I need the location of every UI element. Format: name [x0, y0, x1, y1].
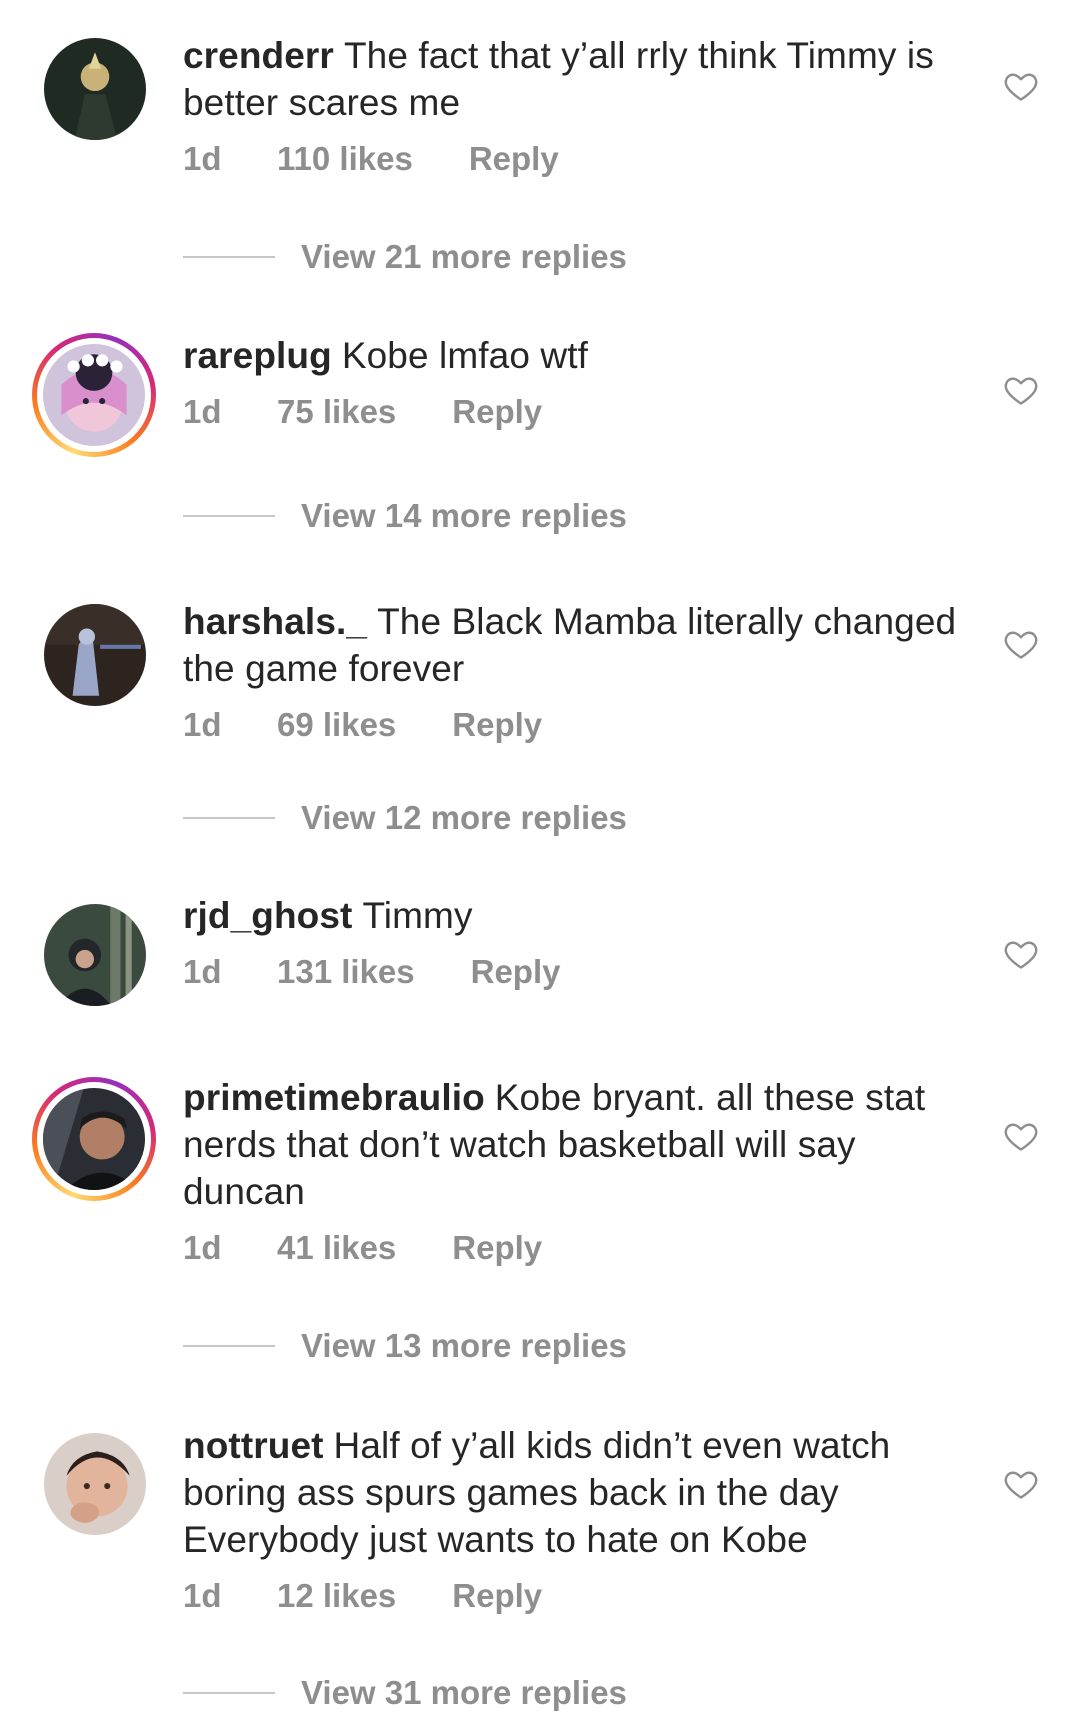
- heart-outline-icon[interactable]: [1003, 1466, 1039, 1502]
- reply-button[interactable]: Reply: [469, 140, 559, 178]
- comment-text: Kobe lmfao wtf: [341, 335, 588, 376]
- comment-text: Timmy: [362, 895, 473, 936]
- comment-likes[interactable]: 41 likes: [277, 1229, 396, 1267]
- comment-age: 1d: [183, 953, 222, 990]
- divider-line: [183, 1692, 275, 1694]
- heart-outline-icon[interactable]: [1003, 626, 1039, 662]
- reply-button[interactable]: Reply: [452, 1577, 542, 1615]
- heart-outline-icon[interactable]: [1003, 936, 1039, 972]
- view-replies-button[interactable]: View 21 more replies: [183, 238, 627, 276]
- divider-line: [183, 515, 275, 517]
- avatar-image: [44, 604, 146, 706]
- comment-likes[interactable]: 131 likes: [277, 953, 415, 991]
- avatar-image: [43, 1088, 145, 1190]
- view-replies-button[interactable]: View 14 more replies: [183, 497, 627, 535]
- avatar[interactable]: [44, 604, 146, 706]
- reply-button[interactable]: Reply: [471, 953, 561, 991]
- avatar-image: [43, 344, 145, 446]
- divider-line: [183, 817, 275, 819]
- view-replies-button[interactable]: View 13 more replies: [183, 1327, 627, 1365]
- comment-likes[interactable]: 110 likes: [277, 140, 413, 178]
- view-replies-label: View 14 more replies: [301, 497, 627, 534]
- avatar[interactable]: [44, 1433, 146, 1535]
- reply-button[interactable]: Reply: [452, 393, 542, 431]
- view-replies-button[interactable]: View 12 more replies: [183, 799, 627, 837]
- comment-age: 1d: [183, 1229, 222, 1266]
- heart-outline-icon[interactable]: [1003, 1118, 1039, 1154]
- divider-line: [183, 256, 275, 258]
- comment-username[interactable]: rjd_ghost: [183, 895, 352, 936]
- comment-age: 1d: [183, 393, 222, 430]
- avatar-story-ring[interactable]: [32, 333, 156, 457]
- comment-username[interactable]: primetimebraulio: [183, 1077, 485, 1118]
- reply-button[interactable]: Reply: [452, 706, 542, 744]
- comment-age: 1d: [183, 706, 222, 743]
- heart-outline-icon[interactable]: [1003, 372, 1039, 408]
- avatar-story-ring[interactable]: [32, 1077, 156, 1201]
- comments-screen: crenderr The fact that y’all rrly think T…: [0, 0, 1080, 1734]
- comment-username[interactable]: harshals._: [183, 601, 367, 642]
- avatar[interactable]: [44, 38, 146, 140]
- view-replies-button[interactable]: View 31 more replies: [183, 1674, 627, 1712]
- comment-username[interactable]: crenderr: [183, 35, 334, 76]
- view-replies-label: View 12 more replies: [301, 799, 627, 836]
- comment-likes[interactable]: 12 likes: [277, 1577, 396, 1615]
- view-replies-label: View 31 more replies: [301, 1674, 627, 1711]
- avatar-image: [44, 38, 146, 140]
- reply-button[interactable]: Reply: [452, 1229, 542, 1267]
- divider-line: [183, 1345, 275, 1347]
- comment-age: 1d: [183, 1577, 222, 1614]
- comment-likes[interactable]: 69 likes: [277, 706, 396, 744]
- avatar-image: [44, 904, 146, 1006]
- comment-username[interactable]: rareplug: [183, 335, 332, 376]
- view-replies-label: View 13 more replies: [301, 1327, 627, 1364]
- comment-age: 1d: [183, 140, 222, 177]
- avatar-image: [44, 1433, 146, 1535]
- comment-username[interactable]: nottruet: [183, 1425, 324, 1466]
- avatar[interactable]: [44, 904, 146, 1006]
- comment-likes[interactable]: 75 likes: [277, 393, 396, 431]
- view-replies-label: View 21 more replies: [301, 238, 627, 275]
- heart-outline-icon[interactable]: [1003, 68, 1039, 104]
